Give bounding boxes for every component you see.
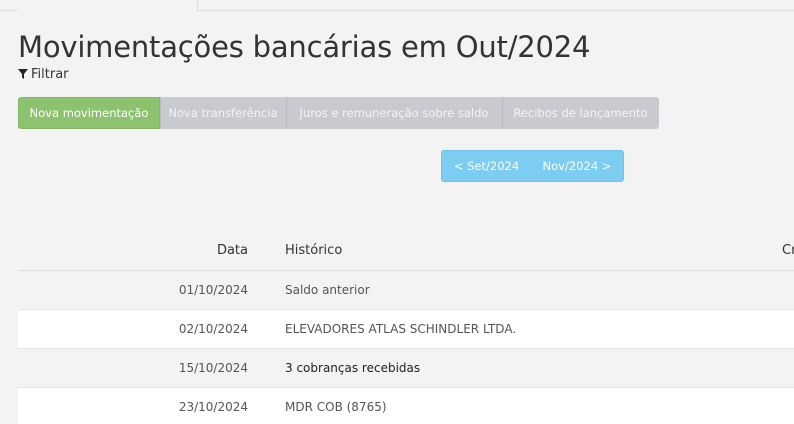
table-row[interactable]: 02/10/2024 ELEVADORES ATLAS SCHINDLER LT… [18, 310, 794, 349]
header-history[interactable]: Histórico [280, 243, 782, 258]
row-date: 02/10/2024 [178, 322, 248, 336]
header-credit[interactable]: Cr [782, 243, 794, 258]
row-date: 23/10/2024 [178, 400, 248, 414]
row-history: MDR COB (8765) [285, 400, 387, 414]
receipts-button[interactable]: Recibos de lançamento [502, 97, 659, 129]
filter-icon [18, 69, 28, 79]
filter-label: Filtrar [31, 66, 69, 82]
row-date: 15/10/2024 [178, 361, 248, 375]
row-history: ELEVADORES ATLAS SCHINDLER LTDA. [285, 322, 517, 336]
row-history[interactable]: 3 cobranças recebidas [280, 361, 782, 375]
page-title: Movimentações bancárias em Out/2024 [18, 30, 591, 64]
tab-active[interactable] [18, 0, 198, 12]
movements-table: Data Histórico Cr 01/10/2024 Saldo anter… [18, 231, 794, 424]
row-date: 01/10/2024 [178, 283, 248, 297]
action-button-group: Nova movimentação Nova transferência Jur… [18, 97, 659, 129]
table-header: Data Histórico Cr [18, 231, 794, 271]
next-month-button[interactable]: Nov/2024 > [531, 151, 623, 181]
table-row[interactable]: 15/10/2024 3 cobranças recebidas [18, 349, 794, 388]
new-movement-button[interactable]: Nova movimentação [18, 97, 160, 129]
row-history: Saldo anterior [285, 283, 370, 297]
page: Movimentações bancárias em Out/2024 Filt… [0, 0, 794, 424]
new-transfer-button[interactable]: Nova transferência [160, 97, 286, 129]
month-navigation: < Set/2024 Nov/2024 > [441, 150, 624, 182]
interest-button[interactable]: Juros e remuneração sobre saldo [286, 97, 502, 129]
table-row[interactable]: 23/10/2024 MDR COB (8765) [18, 388, 794, 424]
prev-month-button[interactable]: < Set/2024 [442, 151, 531, 181]
table-row[interactable]: 01/10/2024 Saldo anterior [18, 271, 794, 310]
filter-toggle[interactable]: Filtrar [18, 66, 69, 82]
header-date[interactable]: Data [18, 243, 280, 258]
